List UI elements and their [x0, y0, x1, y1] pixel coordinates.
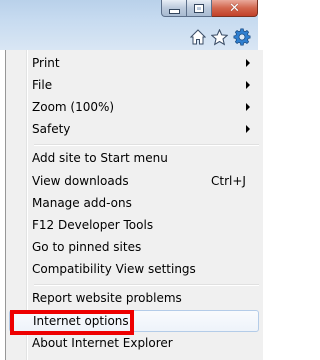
menu-item-label: Internet options: [33, 314, 129, 328]
minimize-icon: [168, 8, 180, 14]
favorites-button[interactable]: [211, 26, 228, 48]
menu-item-add-site-to-start-menu[interactable]: Add site to Start menu: [9, 147, 259, 169]
menu-item-print[interactable]: Print: [9, 52, 259, 74]
star-icon: [211, 28, 228, 46]
submenu-arrow-icon: [246, 81, 250, 89]
menu-item-manage-add-ons[interactable]: Manage add-ons: [9, 192, 259, 214]
menu-item-label: Add site to Start menu: [32, 151, 168, 165]
menu-item-report-website-problems[interactable]: Report website problems: [9, 287, 259, 309]
menu-item-go-to-pinned-sites[interactable]: Go to pinned sites: [9, 236, 259, 258]
menu-item-label: Zoom (100%): [32, 100, 115, 114]
menu-item-label: Report website problems: [32, 291, 182, 305]
menu-separator: [34, 284, 259, 286]
menu-item-compatibility-view-settings[interactable]: Compatibility View settings: [9, 258, 259, 280]
menu-item-safety[interactable]: Safety: [9, 118, 259, 140]
menu-item-shortcut: Ctrl+J: [211, 174, 246, 188]
menu-item-label: Go to pinned sites: [32, 240, 142, 254]
menu-item-zoom[interactable]: Zoom (100%): [9, 96, 259, 118]
home-button[interactable]: [190, 26, 206, 48]
menu-item-internet-options[interactable]: Internet options: [9, 310, 259, 332]
tools-menu: Print File Zoom (100%) Safety Add site t…: [5, 50, 263, 360]
menu-item-label: Safety: [32, 122, 71, 136]
submenu-arrow-icon: [246, 125, 250, 133]
menu-item-f12-developer-tools[interactable]: F12 Developer Tools: [9, 214, 259, 236]
menu-item-file[interactable]: File: [9, 74, 259, 96]
menu-item-about-internet-explorer[interactable]: About Internet Explorer: [9, 332, 259, 354]
menu-item-label: Manage add-ons: [32, 196, 132, 210]
window-controls: ✕: [161, 0, 258, 18]
menu-item-label: Compatibility View settings: [32, 262, 196, 276]
tools-button[interactable]: [233, 26, 251, 48]
menu-item-label: File: [32, 78, 53, 92]
submenu-arrow-icon: [246, 59, 250, 67]
gear-icon: [233, 28, 251, 46]
menu-item-label: About Internet Explorer: [32, 336, 173, 350]
menu-separator: [34, 144, 259, 146]
home-icon: [190, 29, 206, 45]
close-button[interactable]: ✕: [212, 0, 258, 17]
menu-item-view-downloads[interactable]: View downloads Ctrl+J: [9, 170, 259, 192]
menu-item-label: F12 Developer Tools: [32, 218, 154, 232]
minimize-button[interactable]: [161, 0, 187, 17]
submenu-arrow-icon: [246, 103, 250, 111]
maximize-icon: [194, 3, 204, 13]
menu-item-label: Print: [32, 56, 60, 70]
menu-item-label: View downloads: [32, 174, 129, 188]
maximize-button[interactable]: [187, 0, 212, 17]
close-icon: ✕: [229, 0, 240, 16]
window-titlebar: ✕: [0, 0, 258, 50]
